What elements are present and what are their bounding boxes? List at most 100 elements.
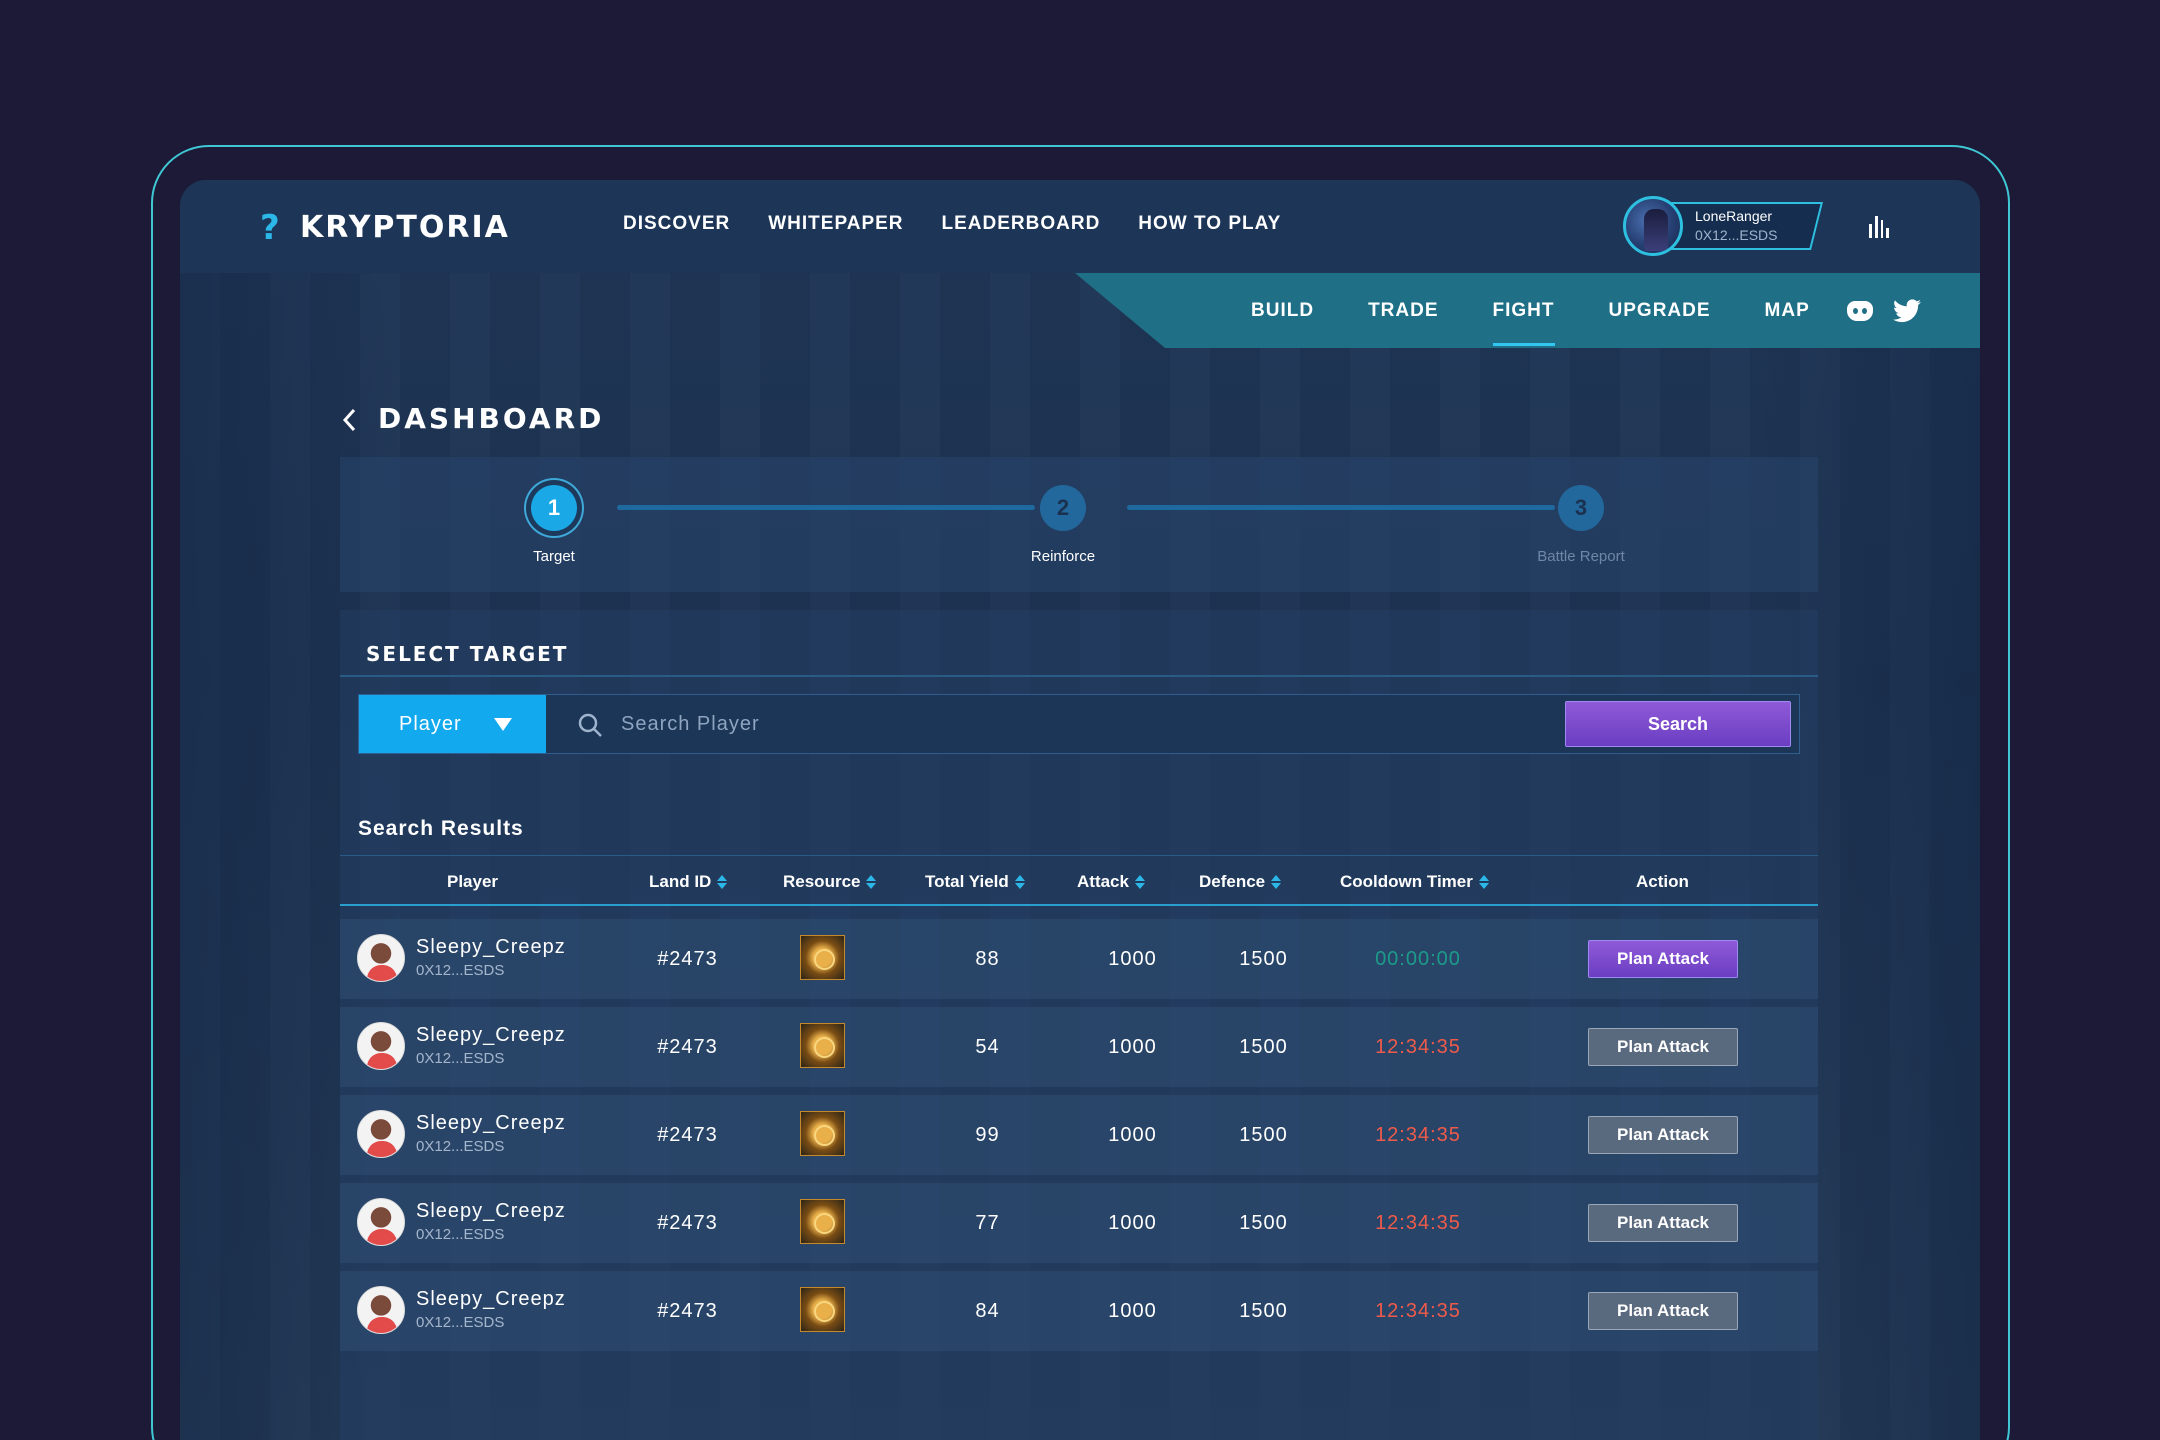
target-type-value: Player — [399, 712, 462, 735]
player-name[interactable]: Sleepy_Creepz — [416, 1024, 566, 1047]
attack-value: 1000 — [1108, 1124, 1157, 1146]
defence-value: 1500 — [1239, 1036, 1288, 1058]
col-attack[interactable]: Attack — [1077, 872, 1145, 892]
player-name[interactable]: Sleepy_Creepz — [416, 1200, 566, 1223]
plan-attack-button[interactable]: Plan Attack — [1588, 1116, 1738, 1154]
table-row: Sleepy_Creepz 0X12...ESDS #2473 54 1000 … — [340, 1007, 1818, 1087]
user-address: 0X12...ESDS — [1695, 227, 1778, 243]
total-yield: 88 — [975, 948, 1000, 970]
land-id: #2473 — [657, 1124, 718, 1146]
tab-build[interactable]: BUILD — [1224, 273, 1341, 348]
resource-icon — [800, 1111, 845, 1156]
attack-value: 1000 — [1108, 1036, 1157, 1058]
cooldown-timer: 12:34:35 — [1375, 1300, 1461, 1322]
col-defence[interactable]: Defence — [1199, 872, 1282, 892]
resource-icon — [800, 1287, 845, 1332]
nav-discover[interactable]: DISCOVER — [623, 213, 730, 235]
nav-whitepaper[interactable]: WHITEPAPER — [768, 213, 903, 235]
sort-icon[interactable] — [717, 875, 728, 889]
discord-icon[interactable] — [1846, 300, 1873, 321]
col-action: Action — [1636, 872, 1689, 892]
avatar — [357, 1110, 405, 1158]
land-id: #2473 — [657, 1212, 718, 1234]
defence-value: 1500 — [1239, 948, 1288, 970]
col-resource[interactable]: Resource — [783, 872, 877, 892]
col-land-id[interactable]: Land ID — [649, 872, 728, 892]
col-attack-label: Attack — [1077, 872, 1129, 891]
brand-logo[interactable]: ? KRYPTORIA — [260, 210, 510, 245]
step-1-indicator[interactable]: 1 — [531, 485, 577, 531]
col-action-label: Action — [1636, 872, 1689, 891]
table-row: Sleepy_Creepz 0X12...ESDS #2473 84 1000 … — [340, 1271, 1818, 1351]
tab-upgrade[interactable]: UPGRADE — [1582, 273, 1738, 348]
plan-attack-button[interactable]: Plan Attack — [1588, 1028, 1738, 1066]
col-player: Player — [447, 872, 498, 892]
sort-icon[interactable] — [1478, 875, 1489, 889]
target-type-select[interactable]: Player — [359, 695, 546, 753]
sort-icon[interactable] — [1014, 875, 1025, 889]
col-cooldown-label: Cooldown Timer — [1340, 872, 1473, 891]
tab-trade[interactable]: TRADE — [1341, 273, 1465, 348]
avatar — [357, 1022, 405, 1070]
avatar — [357, 1286, 405, 1334]
sort-icon[interactable] — [866, 875, 877, 889]
main-nav: DISCOVER WHITEPAPER LEADERBOARD HOW TO P… — [623, 213, 1281, 235]
player-name[interactable]: Sleepy_Creepz — [416, 936, 566, 959]
cooldown-timer: 12:34:35 — [1375, 1036, 1461, 1058]
col-total-yield[interactable]: Total Yield — [925, 872, 1025, 892]
total-yield: 84 — [975, 1300, 1000, 1322]
col-resource-label: Resource — [783, 872, 861, 891]
sort-icon[interactable] — [1134, 875, 1145, 889]
search-input[interactable] — [621, 705, 1521, 743]
table-header: Player Land ID Resource Total Yield Atta… — [340, 856, 1818, 906]
table-row: Sleepy_Creepz 0X12...ESDS #2473 77 1000 … — [340, 1183, 1818, 1263]
step-3-indicator[interactable]: 3 — [1558, 485, 1604, 531]
tab-map[interactable]: MAP — [1738, 273, 1837, 348]
step-2-label: Reinforce — [1030, 548, 1096, 565]
nav-leaderboard[interactable]: LEADERBOARD — [942, 213, 1101, 235]
twitter-icon[interactable] — [1892, 298, 1921, 323]
plan-attack-button[interactable]: Plan Attack — [1588, 1292, 1738, 1330]
step-1-label: Target — [533, 548, 575, 565]
step-connector-2 — [1127, 505, 1555, 510]
logo-icon: ? — [260, 207, 280, 248]
attack-value: 1000 — [1108, 948, 1157, 970]
user-profile-card[interactable]: LoneRanger 0X12...ESDS — [1623, 196, 1823, 256]
plan-attack-button[interactable]: Plan Attack — [1588, 940, 1738, 978]
defence-value: 1500 — [1239, 1300, 1288, 1322]
resource-icon — [800, 1199, 845, 1244]
tab-fight[interactable]: FIGHT — [1466, 273, 1582, 348]
player-address: 0X12...ESDS — [416, 1138, 505, 1155]
land-id: #2473 — [657, 1036, 718, 1058]
plan-attack-button[interactable]: Plan Attack — [1588, 1204, 1738, 1242]
social-links — [1846, 298, 1921, 323]
total-yield: 77 — [975, 1212, 1000, 1234]
stats-icon[interactable] — [1869, 214, 1889, 238]
total-yield: 54 — [975, 1036, 1000, 1058]
select-target-panel: SELECT TARGET Player Search Search Resul… — [340, 610, 1818, 1440]
col-cooldown[interactable]: Cooldown Timer — [1340, 872, 1489, 892]
cooldown-timer: 00:00:00 — [1375, 948, 1461, 970]
caret-down-icon — [493, 717, 512, 731]
search-bar: Player Search — [358, 694, 1800, 754]
step-3-label: Battle Report — [1537, 548, 1625, 565]
player-address: 0X12...ESDS — [416, 1314, 505, 1331]
total-yield: 99 — [975, 1124, 1000, 1146]
col-defence-label: Defence — [1199, 872, 1266, 891]
panel-title: SELECT TARGET — [366, 642, 569, 666]
player-address: 0X12...ESDS — [416, 962, 505, 979]
step-2-indicator[interactable]: 2 — [1040, 485, 1086, 531]
back-arrow-icon[interactable] — [340, 406, 360, 434]
sort-icon[interactable] — [1271, 875, 1282, 889]
progress-stepper: 1 Target 2 Reinforce 3 Battle Report — [340, 457, 1818, 592]
page-title: DASHBOARD — [378, 402, 605, 435]
search-button[interactable]: Search — [1565, 701, 1791, 747]
panel-divider — [340, 675, 1818, 677]
avatar — [357, 934, 405, 982]
nav-how-to-play[interactable]: HOW TO PLAY — [1138, 213, 1281, 235]
sub-nav: BUILD TRADE FIGHT UPGRADE MAP — [1224, 273, 1921, 348]
cooldown-timer: 12:34:35 — [1375, 1124, 1461, 1146]
brand-name: KRYPTORIA — [300, 210, 510, 245]
player-name[interactable]: Sleepy_Creepz — [416, 1288, 566, 1311]
player-name[interactable]: Sleepy_Creepz — [416, 1112, 566, 1135]
